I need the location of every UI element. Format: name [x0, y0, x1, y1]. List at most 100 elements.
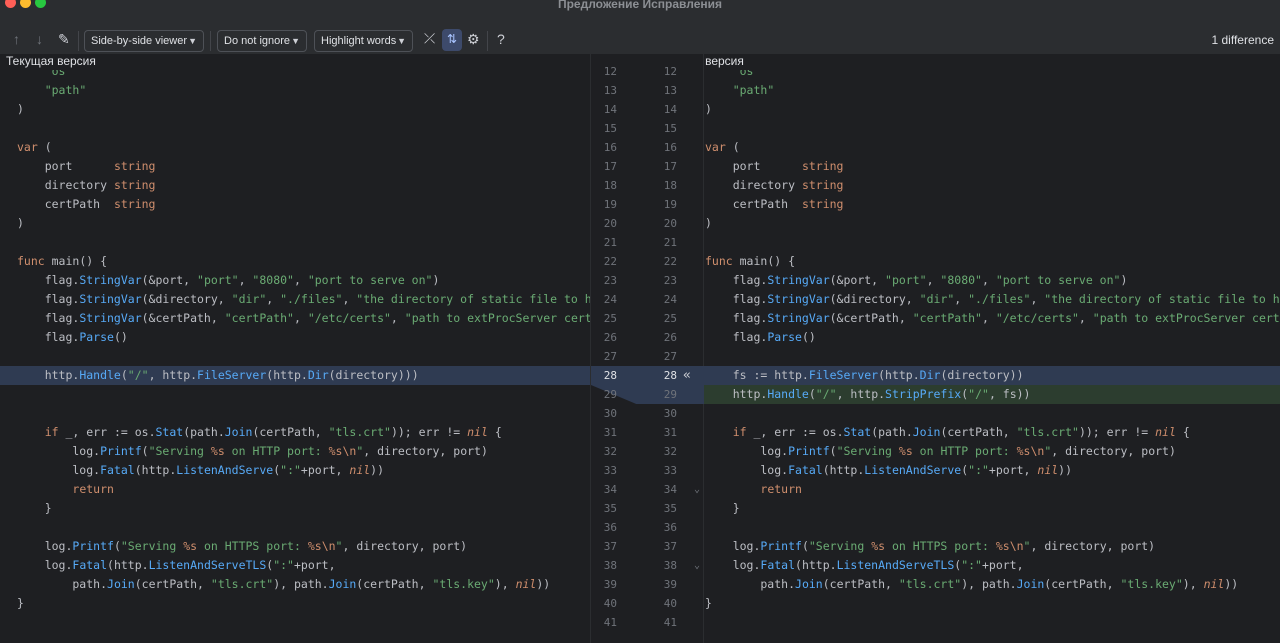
- highlight-mode-label: Highlight words: [321, 35, 397, 47]
- code-line[interactable]: [0, 119, 590, 138]
- right-line-number: 24: [663, 293, 677, 306]
- code-line[interactable]: return: [0, 480, 590, 499]
- code-line[interactable]: port string: [704, 157, 1280, 176]
- current-version-editor[interactable]: "os" "path") var ( port string directory …: [0, 70, 590, 643]
- code-line[interactable]: log.Printf("Serving %s on HTTP port: %s\…: [704, 442, 1280, 461]
- help-icon[interactable]: ?: [497, 32, 505, 46]
- code-line[interactable]: fs := http.FileServer(http.Dir(directory…: [704, 366, 1280, 385]
- code-line[interactable]: flag.Parse(): [0, 328, 590, 347]
- code-line[interactable]: ): [0, 214, 590, 233]
- line-number-gutter: 12 13 14 15 16 17 18 19 20 21 22 23 24 25 26 27 28 29 30 31…: [590, 54, 704, 643]
- code-line[interactable]: }: [704, 594, 1280, 613]
- viewer-mode-dropdown[interactable]: Side-by-side viewer ▼: [84, 30, 204, 52]
- code-line[interactable]: log.Fatal(http.ListenAndServe(":"+port, …: [0, 461, 590, 480]
- right-line-number: 16: [663, 141, 677, 154]
- code-line[interactable]: flag.StringVar(&certPath, "certPath", "/…: [704, 309, 1280, 328]
- code-line[interactable]: [0, 518, 590, 537]
- code-line[interactable]: flag.StringVar(&directory, "dir", "./fil…: [0, 290, 590, 309]
- code-line[interactable]: [0, 404, 590, 423]
- code-line[interactable]: http.Handle("/", http.StripPrefix("/", f…: [704, 385, 1280, 404]
- code-line[interactable]: [0, 233, 590, 252]
- sync-scroll-icon[interactable]: ⇅: [442, 29, 462, 51]
- code-line[interactable]: path.Join(certPath, "tls.crt"), path.Joi…: [0, 575, 590, 594]
- code-line[interactable]: }: [704, 499, 1280, 518]
- left-line-number: 25: [603, 312, 617, 325]
- left-line-number: 13: [603, 84, 617, 97]
- code-line[interactable]: ): [704, 214, 1280, 233]
- left-pane-header: Текущая версия: [6, 54, 96, 70]
- right-line-number: 33: [663, 464, 677, 477]
- code-line[interactable]: [704, 119, 1280, 138]
- edit-icon[interactable]: ✎: [58, 32, 70, 46]
- collapse-icon[interactable]: ⤫: [424, 31, 435, 45]
- code-line[interactable]: flag.StringVar(&certPath, "certPath", "/…: [0, 309, 590, 328]
- right-line-number: 32: [663, 445, 677, 458]
- code-line[interactable]: func main() {: [704, 252, 1280, 271]
- code-line[interactable]: directory string: [0, 176, 590, 195]
- left-line-number: 33: [603, 464, 617, 477]
- highlight-mode-dropdown[interactable]: Highlight words ▼: [314, 30, 413, 52]
- code-line[interactable]: log.Fatal(http.ListenAndServeTLS(":"+por…: [0, 556, 590, 575]
- code-line[interactable]: directory string: [704, 176, 1280, 195]
- code-line[interactable]: [704, 347, 1280, 366]
- toolbar-divider: [487, 31, 488, 51]
- code-line[interactable]: flag.StringVar(&directory, "dir", "./fil…: [704, 290, 1280, 309]
- code-line[interactable]: certPath string: [704, 195, 1280, 214]
- right-line-number: 41: [663, 616, 677, 629]
- right-line-number: 23: [663, 274, 677, 287]
- code-line[interactable]: log.Printf("Serving %s on HTTPS port: %s…: [0, 537, 590, 556]
- code-line[interactable]: var (: [704, 138, 1280, 157]
- code-line[interactable]: log.Fatal(http.ListenAndServeTLS(":"+por…: [704, 556, 1280, 575]
- code-line[interactable]: path.Join(certPath, "tls.crt"), path.Joi…: [704, 575, 1280, 594]
- right-line-number: 28: [663, 369, 677, 382]
- code-line[interactable]: }: [0, 499, 590, 518]
- left-line-number: 19: [603, 198, 617, 211]
- code-line[interactable]: http.Handle("/", http.FileServer(http.Di…: [0, 366, 590, 385]
- left-line-number: 14: [603, 103, 617, 116]
- code-line[interactable]: var (: [0, 138, 590, 157]
- right-line-number: 29: [663, 388, 677, 401]
- code-line[interactable]: flag.Parse(): [704, 328, 1280, 347]
- left-line-number: 35: [603, 502, 617, 515]
- code-line[interactable]: "path": [704, 81, 1280, 100]
- right-line-number: 35: [663, 502, 677, 515]
- code-line[interactable]: [704, 233, 1280, 252]
- fold-icon[interactable]: ⌄: [694, 480, 700, 499]
- left-line-number: 37: [603, 540, 617, 553]
- code-line[interactable]: return: [704, 480, 1280, 499]
- code-line[interactable]: if _, err := os.Stat(path.Join(certPath,…: [0, 423, 590, 442]
- code-line[interactable]: log.Fatal(http.ListenAndServe(":"+port, …: [704, 461, 1280, 480]
- new-version-editor[interactable]: "os" "path") var ( port string directory …: [704, 70, 1280, 643]
- code-line[interactable]: func main() {: [0, 252, 590, 271]
- code-line[interactable]: ): [704, 100, 1280, 119]
- arrow-up-icon[interactable]: ↑: [13, 32, 20, 46]
- code-line[interactable]: [0, 347, 590, 366]
- code-line[interactable]: port string: [0, 157, 590, 176]
- code-line[interactable]: "os": [704, 70, 1280, 81]
- code-line[interactable]: log.Printf("Serving %s on HTTP port: %s\…: [0, 442, 590, 461]
- code-line[interactable]: if _, err := os.Stat(path.Join(certPath,…: [704, 423, 1280, 442]
- right-line-number: 13: [663, 84, 677, 97]
- code-line[interactable]: log.Printf("Serving %s on HTTPS port: %s…: [704, 537, 1280, 556]
- right-line-number: 21: [663, 236, 677, 249]
- fold-icon[interactable]: ⌄: [694, 556, 700, 575]
- apply-change-icon[interactable]: «: [683, 366, 691, 385]
- left-line-number: 22: [603, 255, 617, 268]
- code-line[interactable]: [704, 518, 1280, 537]
- code-line[interactable]: certPath string: [0, 195, 590, 214]
- code-line[interactable]: }: [0, 594, 590, 613]
- code-line[interactable]: "path": [0, 81, 590, 100]
- code-line[interactable]: [704, 404, 1280, 423]
- left-line-number: 17: [603, 160, 617, 173]
- right-line-number: 38: [663, 559, 677, 572]
- code-line[interactable]: "os": [0, 70, 590, 81]
- right-line-number: 19: [663, 198, 677, 211]
- code-line[interactable]: flag.StringVar(&port, "port", "8080", "p…: [0, 271, 590, 290]
- ignore-mode-dropdown[interactable]: Do not ignore ▼: [217, 30, 307, 52]
- code-line[interactable]: ): [0, 100, 590, 119]
- left-line-number: 29: [603, 388, 617, 401]
- gear-icon[interactable]: ⚙: [467, 32, 480, 46]
- code-line[interactable]: flag.StringVar(&port, "port", "8080", "p…: [704, 271, 1280, 290]
- arrow-down-icon[interactable]: ↓: [36, 32, 43, 46]
- right-line-number: 34: [663, 483, 677, 496]
